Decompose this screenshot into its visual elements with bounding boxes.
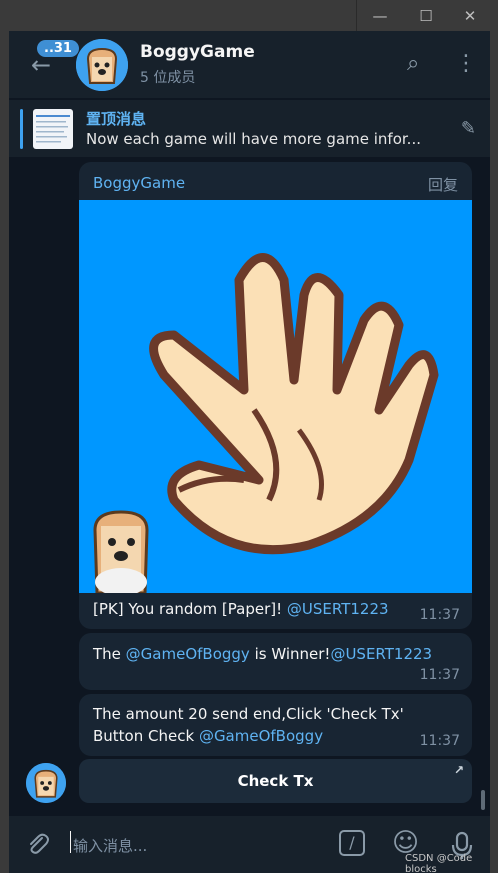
message-sender[interactable]: BoggyGame — [93, 174, 185, 192]
check-tx-button[interactable]: Check Tx ↗ — [79, 759, 472, 803]
maximize-button[interactable]: ☐ — [402, 0, 450, 31]
chat-title[interactable]: BoggyGame — [140, 42, 255, 62]
message-text: The @GameOfBoggy is Winner!@USERT1223 — [93, 643, 432, 665]
scrollbar[interactable] — [481, 790, 485, 810]
external-link-icon: ↗ — [453, 763, 464, 777]
pinned-indicator — [20, 109, 23, 149]
message-time: 11:37 — [419, 667, 460, 683]
message-bubble[interactable]: BoggyGame 回复 [PK] You random [Paper]! @U… — [79, 162, 472, 629]
message-text-body: is Winner! — [249, 645, 331, 663]
unread-count-badge: ..31 — [37, 40, 79, 57]
message-text-body: The — [93, 645, 126, 663]
message-text: The amount 20 send end,Click 'Check Tx' … — [93, 703, 404, 747]
message-text-line: Button Check @GameOfBoggy — [93, 725, 404, 747]
message-input[interactable]: 输入消息... — [73, 835, 147, 856]
pinned-text: Now each game will have more game infor.… — [86, 130, 421, 148]
message-text-body: Button Check — [93, 727, 199, 745]
window-frame-right — [490, 0, 498, 873]
toast-dog-avatar-icon — [26, 763, 66, 803]
check-tx-label: Check Tx — [237, 772, 314, 790]
minimize-button[interactable]: — — [356, 0, 404, 31]
pinned-thumbnail — [33, 109, 73, 149]
bot-commands-icon[interactable]: / — [339, 830, 365, 856]
member-count: 5 位成员 — [140, 70, 196, 86]
paper-hand-icon — [79, 200, 472, 593]
mention-link[interactable]: @GameOfBoggy — [199, 727, 323, 745]
paperclip-icon — [30, 833, 49, 854]
pinned-title: 置顶消息 — [86, 110, 147, 128]
attach-icon[interactable] — [25, 831, 51, 863]
sender-avatar[interactable] — [26, 763, 66, 803]
mention-link[interactable]: @USERT1223 — [330, 645, 432, 663]
reply-button[interactable]: 回复 — [428, 174, 458, 195]
group-avatar[interactable] — [76, 39, 128, 91]
message-time: 11:37 — [419, 733, 460, 749]
pinned-message-bar[interactable]: 置顶消息 Now each game will have more game i… — [9, 99, 490, 157]
message-text: [PK] You random [Paper]! @USERT1223 — [93, 598, 389, 620]
chat-header: ← ..31 BoggyGame 5 位成员 ⌕ ⋮ — [9, 31, 490, 98]
close-button[interactable]: ✕ — [446, 0, 494, 31]
text-caret — [70, 831, 71, 853]
more-menu-icon[interactable]: ⋮ — [455, 51, 477, 76]
hand-sticker-image[interactable] — [79, 200, 472, 593]
message-bubble[interactable]: The amount 20 send end,Click 'Check Tx' … — [79, 694, 472, 756]
search-icon[interactable]: ⌕ — [407, 51, 419, 76]
watermark-text: CSDN @Code blocks — [405, 853, 473, 873]
window-titlebar: — ☐ ✕ — [0, 0, 498, 31]
window-frame-left — [0, 0, 9, 873]
message-text-body: [PK] You random [Paper]! — [93, 600, 287, 618]
message-text-line: The amount 20 send end,Click 'Check Tx' — [93, 705, 404, 723]
document-thumbnail-icon — [36, 115, 70, 143]
unpin-icon[interactable]: ✎ — [461, 118, 476, 139]
toast-dog-avatar-icon — [76, 39, 128, 91]
message-time: 11:37 — [419, 607, 460, 623]
mention-link[interactable]: @USERT1223 — [287, 600, 389, 618]
mention-link[interactable]: @GameOfBoggy — [126, 645, 250, 663]
message-bubble[interactable]: The @GameOfBoggy is Winner!@USERT1223 11… — [79, 633, 472, 690]
